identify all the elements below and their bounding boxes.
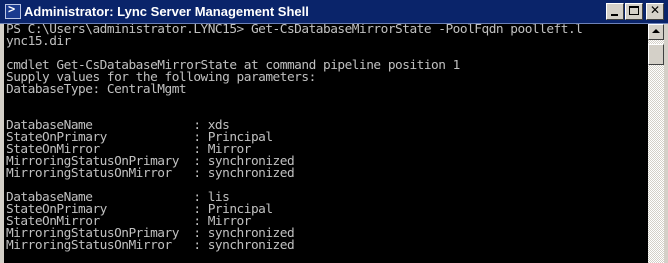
- shell-window: Administrator: Lync Server Management Sh…: [0, 0, 668, 263]
- powershell-icon[interactable]: [5, 2, 21, 19]
- console-line: ync15.dir: [6, 34, 71, 49]
- window-frame-right: [664, 24, 668, 263]
- console-line: MirroringStatusOnMirror : synchronized: [6, 166, 295, 181]
- console-line: MirroringStatusOnMirror : synchronized: [6, 238, 295, 253]
- minimize-icon: [611, 14, 618, 16]
- console-line: PS C:\Users\administrator.LYNC15> Get-Cs…: [6, 24, 583, 37]
- title-bar[interactable]: Administrator: Lync Server Management Sh…: [0, 0, 668, 24]
- scroll-up-arrow-icon: [652, 29, 660, 33]
- close-button[interactable]: ✕: [646, 3, 664, 20]
- maximize-button[interactable]: [625, 3, 643, 20]
- vertical-scrollbar[interactable]: [648, 24, 664, 263]
- console-text: PS C:\Users\administrator.LYNC15> Get-Cs…: [4, 24, 646, 252]
- window-controls: ✕: [605, 3, 664, 20]
- window-title: Administrator: Lync Server Management Sh…: [24, 4, 309, 19]
- console-line: DatabaseType: CentralMgmt: [6, 82, 187, 97]
- console-output[interactable]: PS C:\Users\administrator.LYNC15> Get-Cs…: [4, 24, 646, 263]
- scroll-up-button[interactable]: [648, 24, 664, 40]
- minimize-button[interactable]: [606, 3, 624, 20]
- scroll-thumb[interactable]: [648, 44, 664, 65]
- close-icon: ✕: [649, 3, 661, 17]
- scroll-track[interactable]: [648, 40, 664, 263]
- maximize-icon: [629, 6, 639, 15]
